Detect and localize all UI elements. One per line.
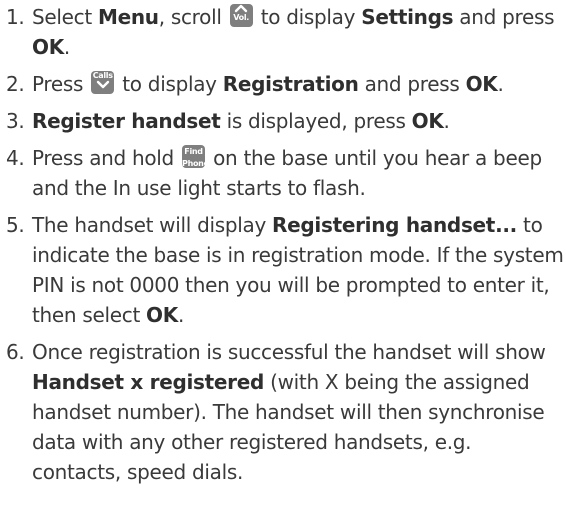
ok-term: OK — [411, 109, 444, 133]
settings-term: Settings — [361, 5, 454, 29]
step-number: 3. — [6, 109, 25, 133]
step-text: , scroll — [158, 5, 228, 29]
ok-term: OK — [465, 72, 498, 96]
step-text: . — [443, 109, 450, 133]
step-text: The handset will display — [32, 213, 273, 237]
key-label-line2: Phone — [182, 159, 205, 168]
ok-term: OK — [146, 303, 178, 327]
registering-handset-term: Registering handset... — [272, 213, 517, 237]
step-text: . — [497, 72, 504, 96]
step-number: 4. — [6, 146, 25, 170]
step-text: is displayed, press — [220, 109, 412, 133]
step-4: 4. Press and hold FindPhone on the base … — [0, 143, 566, 203]
registration-term: Registration — [222, 72, 359, 96]
key-label: Calls — [92, 71, 113, 80]
chevron-up-icon — [234, 4, 248, 13]
step-1: 1. Select Menu, scroll Vol. to display S… — [0, 2, 566, 62]
step-text: Press — [32, 72, 90, 96]
step-number: 5. — [6, 213, 25, 237]
find-phone-key-icon: Find Phone — [182, 145, 206, 168]
step-6: 6. Once registration is successful the h… — [0, 337, 566, 487]
key-label: Vol. — [233, 13, 250, 22]
handset-registered-term: Handset x registered — [32, 370, 265, 394]
registration-steps: 1. Select Menu, scroll Vol. to display S… — [0, 0, 566, 487]
step-text: to display — [254, 5, 362, 29]
step-text: and press — [453, 5, 555, 29]
step-text: and press — [358, 72, 466, 96]
step-number: 2. — [6, 72, 25, 96]
chevron-down-icon — [96, 80, 109, 89]
step-text: to display — [116, 72, 223, 96]
vol-up-key-icon: Vol. — [229, 4, 253, 27]
calls-down-key-icon: Calls — [91, 71, 115, 94]
step-text: . — [177, 303, 185, 327]
step-text: Once registration is successful the hand… — [32, 340, 546, 364]
menu-term: Menu — [97, 5, 159, 29]
step-3: 3. Register handset is displayed, press … — [0, 106, 566, 136]
step-5: 5. The handset will display Registering … — [0, 210, 566, 330]
step-number: 1. — [6, 5, 25, 29]
step-text: . — [63, 35, 70, 59]
step-number: 6. — [6, 340, 25, 364]
step-text: Select — [32, 5, 98, 29]
key-label-line1: Find — [184, 147, 203, 156]
step-2: 2. Press Calls to display Registration a… — [0, 69, 566, 99]
step-text: Press and hold — [32, 146, 181, 170]
register-handset-term: Register handset — [32, 109, 221, 133]
ok-term: OK — [32, 35, 64, 59]
